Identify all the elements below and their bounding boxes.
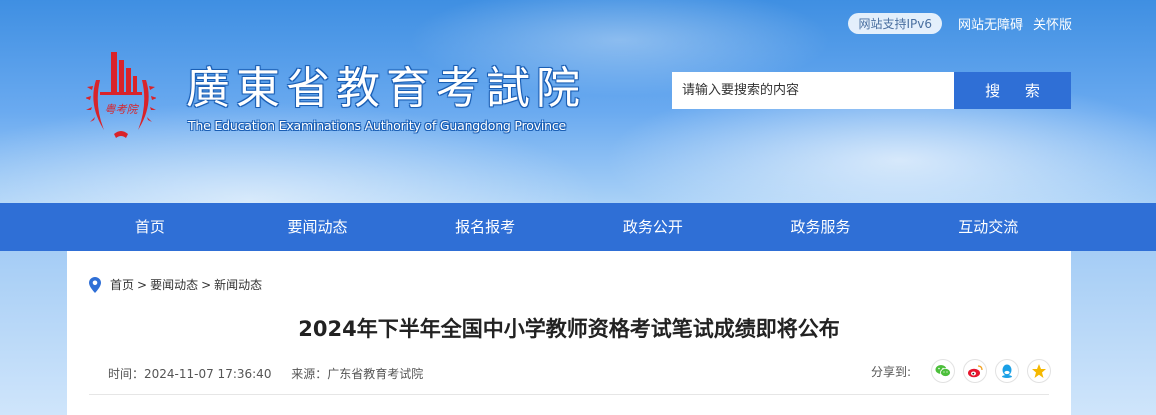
top-links: 网站支持IPv6 网站无障碍 关怀版 bbox=[848, 13, 1072, 34]
breadcrumb-separator: > bbox=[201, 277, 212, 292]
nav-item-home[interactable]: 首页 bbox=[66, 203, 234, 251]
qzone-icon[interactable] bbox=[1027, 359, 1051, 383]
share-bar: 分享到: bbox=[871, 359, 1051, 383]
nav-item-gov-services[interactable]: 政务服务 bbox=[737, 203, 905, 251]
wechat-icon[interactable] bbox=[931, 359, 955, 383]
breadcrumb-home[interactable]: 首页 bbox=[110, 276, 134, 293]
search-input[interactable] bbox=[672, 72, 954, 109]
search-button[interactable]: 搜 索 bbox=[954, 72, 1071, 109]
breadcrumb-news[interactable]: 要闻动态 bbox=[150, 276, 198, 293]
breadcrumb-separator: > bbox=[137, 277, 148, 292]
main-nav: 首页 要闻动态 报名报考 政务公开 政务服务 互动交流 bbox=[0, 203, 1156, 251]
article-title: 2024年下半年全国中小学教师资格考试笔试成绩即将公布 bbox=[298, 317, 840, 341]
divider bbox=[89, 394, 1049, 395]
article-meta: 时间：2024-11-07 17:36:40 来源：广东省教育考试院 bbox=[108, 365, 439, 382]
ipv6-badge: 网站支持IPv6 bbox=[848, 13, 942, 34]
header: 网站支持IPv6 网站无障碍 关怀版 粤考院 廣東省教育考試院 The Educ… bbox=[0, 0, 1156, 203]
nav-item-interaction[interactable]: 互动交流 bbox=[904, 203, 1072, 251]
breadcrumb-news-updates[interactable]: 新闻动态 bbox=[214, 276, 262, 293]
accessibility-link[interactable]: 网站无障碍 bbox=[958, 14, 1023, 33]
elder-mode-link[interactable]: 关怀版 bbox=[1033, 14, 1072, 33]
share-label: 分享到: bbox=[870, 364, 911, 379]
qq-icon[interactable] bbox=[995, 359, 1019, 383]
site-subtitle: The Education Examinations Authority of … bbox=[188, 118, 567, 133]
breadcrumb: 首页 > 要闻动态 > 新闻动态 bbox=[89, 276, 262, 293]
nav-item-gov-affairs[interactable]: 政务公开 bbox=[569, 203, 737, 251]
article-source: 来源：广东省教育考试院 bbox=[291, 367, 424, 381]
location-pin-icon bbox=[89, 276, 101, 293]
weibo-icon[interactable] bbox=[963, 359, 987, 383]
article-panel: 首页 > 要闻动态 > 新闻动态 2024年下半年全国中小学教师资格考试笔试成绩… bbox=[67, 251, 1071, 415]
nav-item-registration[interactable]: 报名报考 bbox=[401, 203, 569, 251]
site-logo[interactable]: 粤考院 bbox=[85, 50, 157, 140]
nav-item-news[interactable]: 要闻动态 bbox=[234, 203, 402, 251]
publish-time: 时间：2024-11-07 17:36:40 bbox=[108, 367, 272, 381]
site-title: 廣東省教育考試院 bbox=[186, 63, 586, 114]
logo-text: 粤考院 bbox=[105, 103, 140, 116]
